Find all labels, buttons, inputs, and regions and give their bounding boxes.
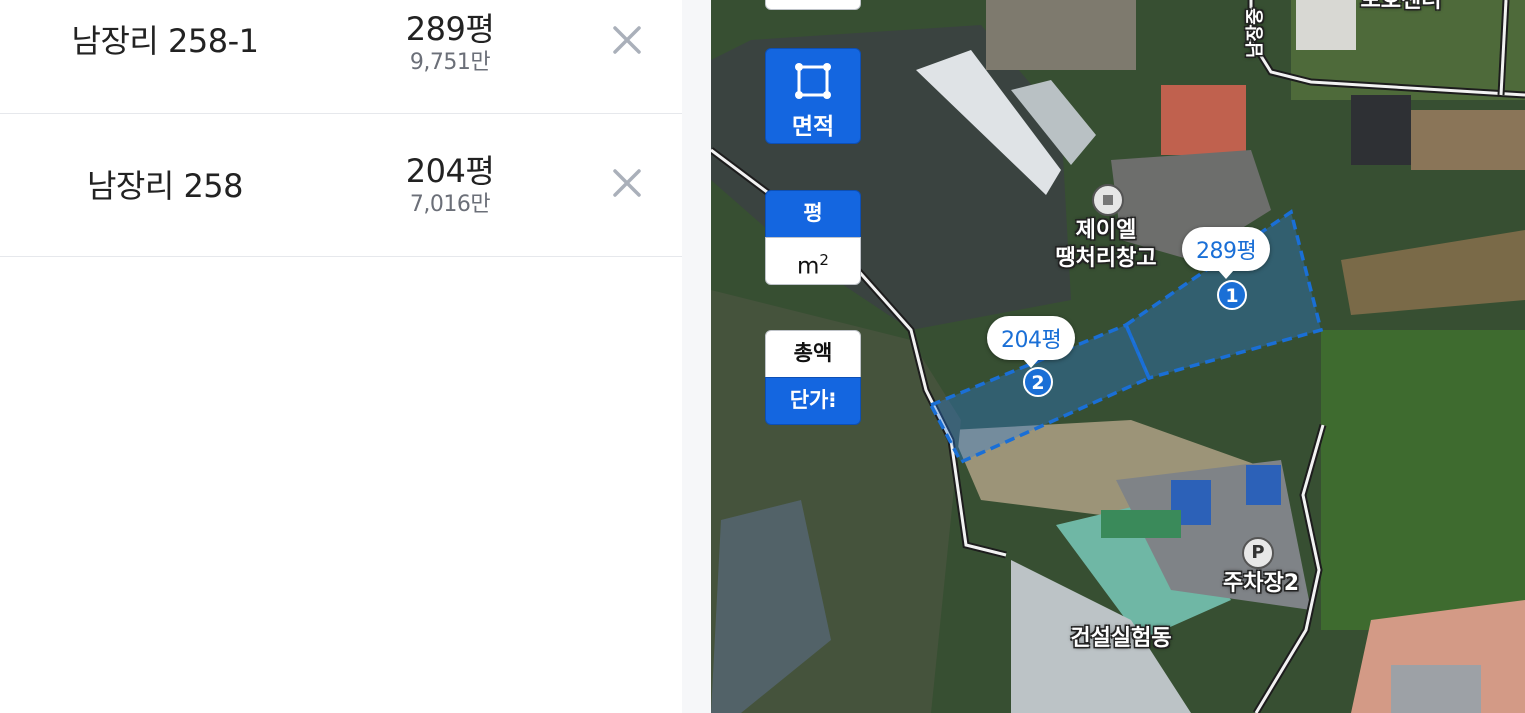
unit-m2-superscript: 2	[819, 251, 829, 269]
parcel-row[interactable]: 남장리 258-1 289평 9,751만	[0, 0, 682, 114]
area-tool-button[interactable]: 면적	[765, 48, 861, 144]
map-label-parking: 주차장2	[1222, 571, 1300, 596]
close-icon	[613, 169, 641, 197]
satellite-map[interactable]: 면적 평 m2 총액 단가⁝ 보호센터 남장중 제이엘 땡처리창고 P 주차장2…	[711, 0, 1525, 713]
map-control-top[interactable]	[765, 0, 861, 10]
parcel-number-marker[interactable]: 1	[1217, 280, 1247, 310]
parcel-list-panel: 남장리 258-1 289평 9,751만 남장리 258 204평 7,016…	[0, 0, 682, 713]
unit-m2-button[interactable]: m2	[765, 237, 861, 285]
area-tool-label: 면적	[791, 114, 835, 140]
map-label-road: 남장중	[1244, 8, 1266, 58]
parking-icon: P	[1242, 537, 1274, 569]
parcel-price: 9,751만	[409, 50, 491, 75]
remove-parcel-button[interactable]	[606, 19, 648, 61]
parcel-price: 7,016만	[409, 192, 491, 217]
square-select-icon	[795, 63, 831, 99]
unit-pyeong-button[interactable]: 평	[765, 190, 861, 238]
map-label-lab-building: 건설실험동	[1070, 626, 1172, 651]
map-label-warehouse-line1: 제이엘	[1075, 218, 1137, 243]
parcel-area-bubble[interactable]: 289평	[1182, 227, 1271, 279]
parcel-name: 남장리 258	[86, 167, 244, 205]
unit-m2-label: m	[797, 253, 820, 280]
parcel-area-bubble[interactable]: 204평	[987, 316, 1076, 368]
panel-divider	[682, 0, 711, 713]
map-label-protection-center: 보호센터	[1360, 0, 1442, 13]
more-options-icon: ⁝	[828, 388, 837, 412]
parcel-row[interactable]: 남장리 258 204평 7,016만	[0, 115, 682, 257]
unit-price-label: 단가	[789, 388, 829, 412]
total-price-button[interactable]: 총액	[765, 330, 861, 378]
unit-price-button[interactable]: 단가⁝	[765, 377, 861, 425]
remove-parcel-button[interactable]	[606, 162, 648, 204]
map-label-warehouse-line2: 땡처리창고	[1055, 246, 1157, 271]
close-icon	[613, 26, 641, 54]
parcel-number-marker[interactable]: 2	[1023, 367, 1053, 397]
parcel-name: 남장리 258-1	[71, 22, 259, 60]
